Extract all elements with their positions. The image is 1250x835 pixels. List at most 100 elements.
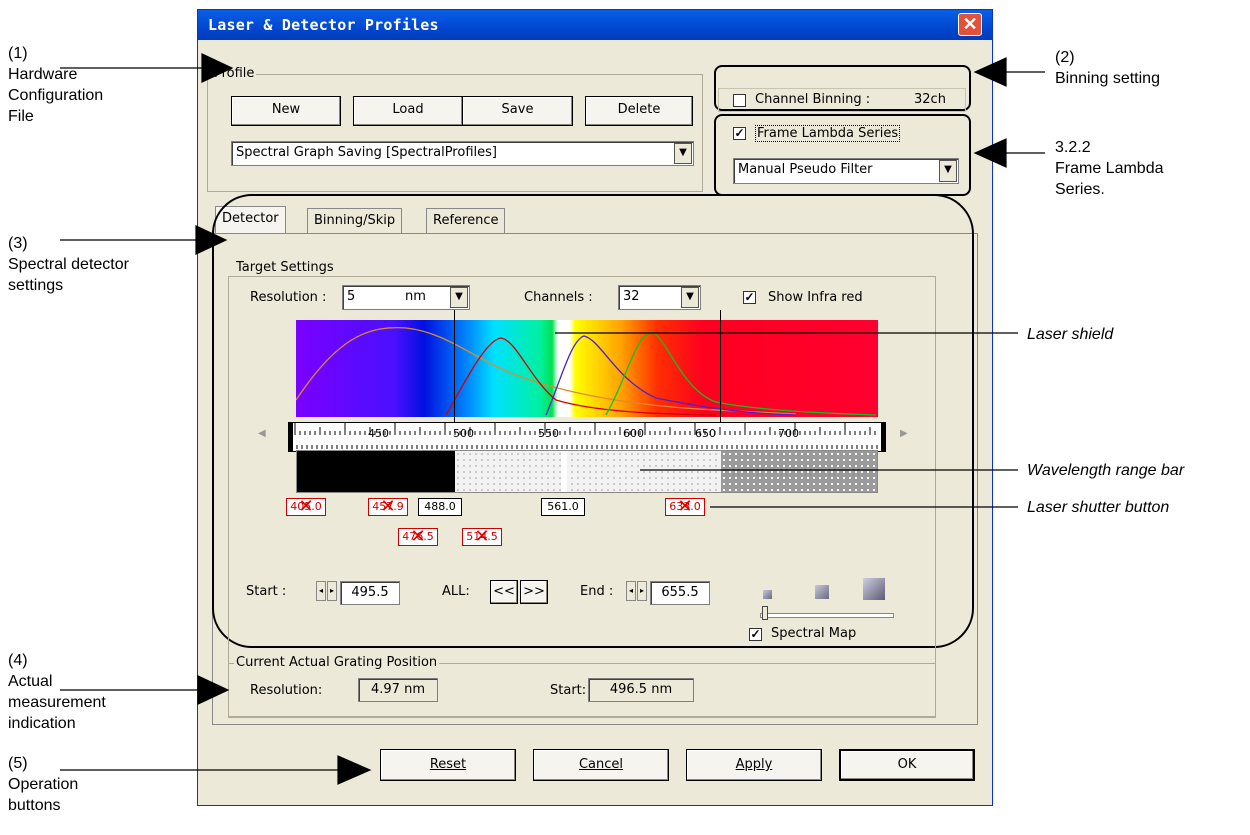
scale-right-arrow[interactable]: ▶ bbox=[900, 428, 908, 439]
annotation-line: File bbox=[8, 108, 34, 125]
laser-shutter-button[interactable]: 561.0 bbox=[541, 498, 585, 516]
profile-select[interactable]: Spectral Graph Saving [SpectralProfiles]… bbox=[231, 141, 694, 166]
annotation-line: Binning setting bbox=[1055, 70, 1160, 87]
start-increase-button[interactable]: ▸ bbox=[327, 581, 337, 601]
annotation-wavelength-range-bar: Wavelength range bar bbox=[1027, 462, 1185, 479]
scale-tick-650: 650 bbox=[695, 427, 716, 440]
annotation-line: (4) bbox=[8, 652, 28, 669]
reset-button-label: Reset bbox=[429, 757, 467, 772]
new-profile-button[interactable]: New bbox=[231, 96, 341, 126]
cancel-button[interactable]: Cancel bbox=[533, 749, 669, 781]
annotation-line: (1) bbox=[8, 45, 28, 62]
close-button[interactable]: ✕ bbox=[958, 13, 982, 36]
chevron-down-icon[interactable]: ▼ bbox=[681, 287, 699, 308]
disabled-cross-icon: ✕ bbox=[298, 496, 314, 517]
disabled-cross-icon: ✕ bbox=[410, 526, 426, 547]
laser-shutter-button[interactable]: 457.9 ✕ bbox=[368, 498, 408, 516]
wavelength-scale: 450 500 550 600 650 700 bbox=[288, 422, 886, 452]
grating-group-label: Current Actual Grating Position bbox=[234, 655, 440, 670]
scale-left-arrow[interactable]: ◀ bbox=[258, 428, 266, 439]
laser-shield-marker bbox=[561, 451, 567, 492]
grating-start-value: 496.5 nm bbox=[588, 678, 694, 702]
annotation-line: Hardware bbox=[8, 66, 78, 83]
resolution-select[interactable]: 5 nm ▼ bbox=[342, 285, 470, 310]
chevron-down-icon[interactable]: ▼ bbox=[450, 287, 468, 308]
end-decrease-button[interactable]: ◂ bbox=[626, 581, 636, 601]
laser-shutter-button[interactable]: 476.5 ✕ bbox=[398, 528, 438, 546]
spectrum-graph bbox=[296, 320, 878, 417]
laser-wavelength-label: 488.0 bbox=[424, 500, 456, 513]
laser-shutter-button[interactable]: 488.0 bbox=[418, 498, 462, 516]
annotation-laser-shutter-button: Laser shutter button bbox=[1027, 499, 1170, 516]
annotation-line: (5) bbox=[8, 755, 28, 772]
spectrum-fill bbox=[296, 320, 878, 417]
save-profile-button[interactable]: Save bbox=[463, 96, 573, 126]
scale-tick-500: 500 bbox=[453, 427, 474, 440]
all-label: ALL: bbox=[442, 584, 470, 599]
annotation-operation-buttons: (5) Operation buttons bbox=[8, 753, 78, 816]
size-slider-thumb[interactable] bbox=[762, 606, 768, 620]
annotation-spectral-detector: (3) Spectral detector settings bbox=[8, 233, 129, 296]
chevron-down-icon[interactable]: ▼ bbox=[674, 143, 692, 164]
resolution-label: Resolution : bbox=[250, 290, 327, 305]
range-selected bbox=[455, 451, 721, 492]
annotation-laser-shield: Laser shield bbox=[1027, 326, 1114, 343]
annotation-line: indication bbox=[8, 715, 76, 732]
annotation-line: buttons bbox=[8, 797, 61, 814]
laser-detector-dialog: Laser & Detector Profiles ✕ Profile New … bbox=[197, 9, 993, 806]
disabled-cross-icon: ✕ bbox=[677, 496, 693, 517]
annotation-line: (2) bbox=[1055, 49, 1075, 66]
frame-lambda-select[interactable]: Manual Pseudo Filter ▼ bbox=[733, 158, 959, 184]
start-value-field[interactable]: 495.5 bbox=[340, 581, 400, 605]
apply-button[interactable]: Apply bbox=[686, 749, 822, 781]
channel-binning-value: 32ch bbox=[914, 92, 946, 107]
annotation-binning-setting: (2) Binning setting bbox=[1055, 47, 1160, 89]
range-excluded-left bbox=[297, 451, 455, 492]
show-infrared-checkbox[interactable]: ✓ bbox=[743, 291, 756, 304]
grating-resolution-value: 4.97 nm bbox=[358, 678, 438, 702]
show-infrared-label: Show Infra red bbox=[768, 290, 863, 305]
channels-select[interactable]: 32 ▼ bbox=[618, 285, 701, 310]
channels-label: Channels : bbox=[524, 290, 593, 305]
size-slider-track[interactable] bbox=[760, 613, 894, 618]
ok-button[interactable]: OK bbox=[839, 749, 975, 781]
annotation-line: Series. bbox=[1055, 181, 1105, 198]
annotation-line: Actual bbox=[8, 673, 53, 690]
scale-tick-700: 700 bbox=[778, 427, 799, 440]
apply-button-label: Apply bbox=[735, 757, 773, 772]
small-cube-icon bbox=[763, 590, 772, 599]
annotation-actual-measurement: (4) Actual measurement indication bbox=[8, 650, 106, 734]
end-value-field[interactable]: 655.5 bbox=[650, 581, 710, 605]
all-left-button[interactable]: << bbox=[490, 580, 518, 604]
laser-shutter-button[interactable]: 633.0 ✕ bbox=[665, 498, 705, 516]
annotation-line: Operation bbox=[8, 776, 79, 793]
grating-resolution-label: Resolution: bbox=[250, 683, 323, 698]
profile-group bbox=[207, 74, 703, 192]
all-right-button[interactable]: >> bbox=[520, 580, 548, 604]
window-title: Laser & Detector Profiles bbox=[208, 16, 439, 34]
laser-shutter-button[interactable]: 405.0 ✕ bbox=[286, 498, 326, 516]
disabled-cross-icon: ✕ bbox=[380, 496, 396, 517]
channel-binning-checkbox[interactable] bbox=[733, 94, 746, 107]
delete-profile-button[interactable]: Delete bbox=[585, 96, 693, 126]
frame-lambda-checkbox[interactable]: ✓ bbox=[733, 127, 746, 140]
scale-tick-450: 450 bbox=[368, 427, 389, 440]
channel-binning-label: Channel Binning : bbox=[755, 92, 871, 107]
annotation-line: (3) bbox=[8, 235, 28, 252]
end-increase-button[interactable]: ▸ bbox=[637, 581, 647, 601]
channels-value: 32 bbox=[623, 289, 640, 304]
resolution-unit: nm bbox=[405, 289, 426, 304]
annotation-line: settings bbox=[8, 277, 64, 294]
load-profile-button[interactable]: Load bbox=[353, 96, 463, 126]
cancel-button-label: Cancel bbox=[578, 757, 624, 772]
start-label: Start : bbox=[246, 584, 287, 599]
laser-shutter-button[interactable]: 514.5 ✕ bbox=[462, 528, 502, 546]
wavelength-range-bar[interactable] bbox=[296, 450, 878, 493]
start-decrease-button[interactable]: ◂ bbox=[316, 581, 326, 601]
spectral-map-checkbox[interactable]: ✓ bbox=[749, 628, 762, 641]
reset-button[interactable]: Reset bbox=[380, 749, 516, 781]
chevron-down-icon[interactable]: ▼ bbox=[939, 160, 957, 182]
profile-select-value: Spectral Graph Saving [SpectralProfiles] bbox=[236, 145, 497, 160]
laser-wavelength-label: 561.0 bbox=[547, 500, 579, 513]
scale-tick-550: 550 bbox=[538, 427, 559, 440]
